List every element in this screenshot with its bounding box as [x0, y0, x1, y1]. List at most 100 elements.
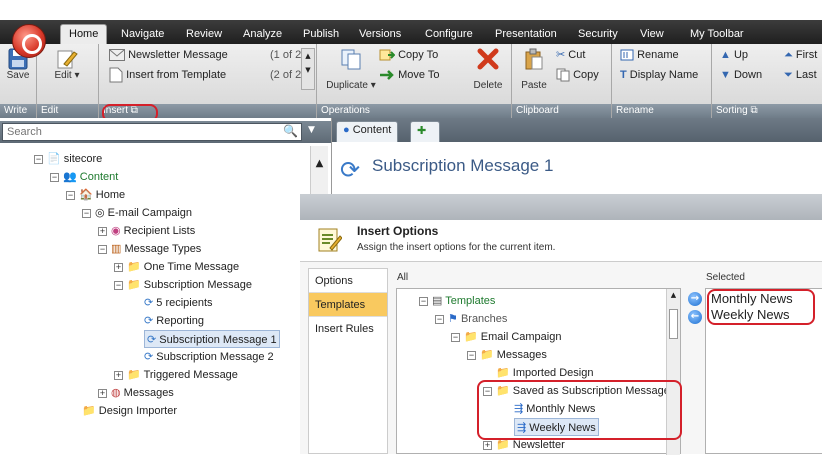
search-icon[interactable]: 🔍 — [283, 124, 298, 138]
tab-view[interactable]: View — [640, 25, 664, 44]
tree-item-subscription-message-1[interactable]: ⟳ Subscription Message 1 — [144, 330, 280, 348]
collapse-icon[interactable]: − — [34, 154, 43, 164]
add-selected-arrow-icon[interactable]: → — [688, 292, 702, 306]
group-label-rename: Rename — [612, 104, 711, 118]
tree-item-subscription-message-2[interactable]: ⟳ Subscription Message 2 — [144, 348, 274, 366]
tree-item-sitecore[interactable]: − 📄 sitecore — [34, 150, 102, 168]
tab-presentation[interactable]: Presentation — [495, 25, 557, 44]
scroll-thumb[interactable] — [669, 309, 678, 339]
tab-review[interactable]: Review — [186, 25, 222, 44]
move-to-icon — [380, 70, 394, 80]
tab-my-toolbar[interactable]: My Toolbar — [690, 25, 744, 44]
collapse-icon[interactable]: − — [451, 332, 460, 342]
move-to-button[interactable]: Move To — [379, 66, 439, 84]
tree-item-reporting[interactable]: ⟳ Reporting — [144, 312, 204, 330]
duplicate-button[interactable]: Duplicate ▾ — [323, 48, 379, 91]
tab-home[interactable]: Home — [60, 24, 108, 45]
tab-configure[interactable]: Configure — [425, 25, 473, 44]
folder-icon: 📁 — [464, 331, 478, 343]
tree-item-message-types[interactable]: − ▥ Message Types — [98, 240, 201, 258]
expand-icon[interactable]: + — [483, 440, 492, 450]
tree-item-design-importer[interactable]: 📁 Design Importer — [82, 402, 177, 420]
tab-add[interactable]: ✚ — [410, 121, 440, 142]
sort-first-button[interactable]: ⏶ First — [784, 46, 817, 64]
edit-label: Edit — [54, 70, 72, 81]
display-name-label: Display Name — [629, 69, 699, 81]
expand-icon[interactable]: + — [114, 262, 123, 272]
gallery-down-icon[interactable]: ▼ — [302, 63, 314, 77]
scroll-up-icon[interactable]: ▲ — [667, 291, 680, 299]
tree-item-triggered-message[interactable]: + 📁 Triggered Message — [114, 366, 238, 384]
collapse-icon[interactable]: − — [82, 208, 91, 218]
all-tree-branches[interactable]: − ⚑ Branches — [435, 310, 507, 328]
envelope-icon — [109, 49, 125, 62]
display-name-button[interactable]: T Display Name — [620, 66, 698, 84]
recipients-icon: ◉ — [111, 225, 121, 237]
collapse-icon[interactable]: − — [419, 296, 428, 306]
expand-icon[interactable]: + — [98, 388, 107, 398]
sort-last-button[interactable]: ⏷ Last — [784, 66, 817, 84]
search-dropdown-icon[interactable]: ▼ — [308, 125, 315, 135]
option-templates[interactable]: Templates — [309, 293, 387, 317]
group-edit: Edit ▾ Edit — [37, 44, 99, 118]
sort-up-button[interactable]: ▲ Up — [720, 46, 748, 64]
paste-button[interactable]: Paste — [518, 48, 550, 91]
collapse-icon[interactable]: − — [98, 244, 107, 254]
cut-button[interactable]: ✂ Cut — [556, 46, 585, 64]
tree-item-one-time-message[interactable]: + 📁 One Time Message — [114, 258, 239, 276]
tree-item-recipient-lists[interactable]: + ◉ Recipient Lists — [98, 222, 195, 240]
messages-icon: ◍ — [111, 387, 121, 399]
newsletter-message-button[interactable]: Newsletter Message — [109, 46, 228, 64]
search-input[interactable] — [2, 123, 302, 141]
sort-up-label: Up — [733, 49, 749, 61]
expand-icon[interactable]: + — [114, 370, 123, 380]
tree-item-email-campaign[interactable]: − ◎ E-mail Campaign — [82, 204, 192, 222]
last-arrow-icon: ⏷ — [784, 69, 793, 81]
collapse-icon[interactable]: − — [66, 190, 75, 200]
newsletter-count: (1 of 2) — [270, 49, 305, 61]
collapse-icon[interactable]: − — [50, 172, 59, 182]
tab-navigate[interactable]: Navigate — [121, 25, 164, 44]
tree-item-subscription-message[interactable]: − 📁 Subscription Message — [114, 276, 252, 294]
tree-item-messages[interactable]: + ◍ Messages — [98, 384, 174, 402]
expand-icon[interactable]: + — [98, 226, 107, 236]
copy-button[interactable]: Copy — [556, 66, 599, 84]
top-strip — [0, 0, 822, 20]
delete-button[interactable]: Delete — [469, 48, 507, 91]
duplicate-icon — [341, 49, 361, 70]
collapse-icon[interactable]: − — [467, 350, 476, 360]
edit-button[interactable]: Edit ▾ — [47, 48, 87, 81]
dialog-header: Insert Options Assign the insert options… — [300, 220, 822, 262]
application-orb-button[interactable] — [12, 24, 46, 58]
copy-to-button[interactable]: Copy To — [379, 46, 438, 64]
insert-options-icon — [318, 228, 342, 252]
option-insert-rules[interactable]: Insert Rules — [309, 317, 387, 341]
copy-to-icon — [379, 49, 395, 61]
option-options[interactable]: Options — [309, 269, 387, 293]
tree-item-5-recipients[interactable]: ⟳ 5 recipients — [144, 294, 213, 312]
collapse-icon[interactable]: − — [435, 314, 444, 324]
tab-versions[interactable]: Versions — [359, 25, 401, 44]
all-tree-templates[interactable]: − ▤ Templates — [419, 292, 495, 310]
sort-down-button[interactable]: ▼ Down — [720, 66, 762, 84]
rename-button[interactable]: Rename — [620, 46, 679, 64]
all-tree-email-campaign[interactable]: − 📁 Email Campaign — [451, 328, 561, 346]
insert-from-template-button[interactable]: Insert from Template — [109, 66, 226, 84]
add-tab-icon: ✚ — [417, 125, 427, 137]
tab-analyze[interactable]: Analyze — [243, 25, 282, 44]
all-tree-messages[interactable]: − 📁 Messages — [467, 346, 547, 364]
search-bar: 🔍 ▼ — [0, 121, 331, 143]
tree-item-content[interactable]: − 👥 Content — [50, 168, 118, 186]
remove-selected-arrow-icon[interactable]: ← — [688, 310, 702, 324]
group-label-edit: Edit — [37, 104, 98, 118]
tab-content[interactable]: ● Content — [336, 121, 399, 142]
options-list: Options Templates Insert Rules — [308, 268, 388, 454]
tab-publish[interactable]: Publish — [303, 25, 339, 44]
insert-gallery-scroll[interactable]: ▲ ▼ — [301, 48, 315, 90]
dialog-launcher-icon[interactable]: ⧉ — [750, 105, 757, 116]
collapse-icon[interactable]: − — [114, 280, 123, 290]
scroll-up-icon[interactable]: ▲ — [311, 158, 328, 169]
tab-security[interactable]: Security — [578, 25, 618, 44]
gallery-up-icon[interactable]: ▲ — [302, 49, 314, 63]
tree-item-home[interactable]: − 🏠 Home — [66, 186, 125, 204]
